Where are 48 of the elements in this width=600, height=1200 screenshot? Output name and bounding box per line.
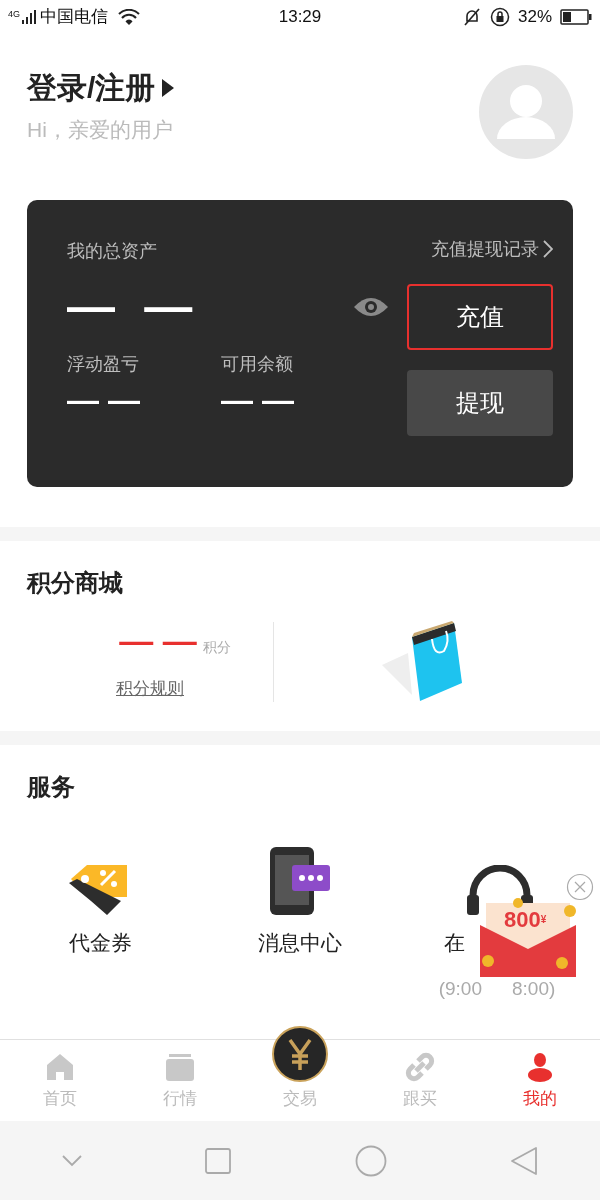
yen-coin-icon [272, 1025, 328, 1082]
recents-icon[interactable] [205, 1147, 232, 1174]
floating-pnl-value: — — [67, 381, 141, 420]
avatar-icon[interactable] [479, 65, 573, 159]
service-label[interactable]: 代金券 [68, 927, 132, 959]
wifi-icon [118, 9, 140, 25]
battery-icon [560, 9, 592, 25]
withdraw-button[interactable]: 提现 [407, 370, 553, 436]
person-icon [525, 1051, 555, 1082]
points-mall-title: 积分商城 [27, 568, 124, 598]
network-type: 4G [8, 8, 20, 22]
link-icon [405, 1051, 435, 1082]
eye-icon[interactable] [353, 295, 389, 319]
home-icon [45, 1051, 75, 1082]
caret-icon [161, 78, 176, 98]
battery-percent: 32% [517, 6, 552, 29]
total-assets-value: — — [67, 279, 201, 335]
promo-amount: 800¥ [504, 907, 547, 933]
services-title: 服务 [27, 772, 76, 802]
chevron-down-icon[interactable] [61, 1154, 82, 1167]
total-assets-label: 我的总资产 [67, 240, 158, 263]
phone-message-icon [268, 847, 332, 915]
rotation-lock-icon [489, 7, 510, 27]
tab-item[interactable]: 我的 [480, 1040, 600, 1121]
records-link[interactable]: 充值提现记录 [431, 234, 553, 264]
folder-icon [165, 1053, 195, 1082]
recharge-button[interactable]: 充值 [407, 284, 553, 350]
service-hours-end: 8:00) [512, 976, 556, 1001]
login-register-link[interactable]: 登录/注册 [27, 66, 176, 110]
points-value: — — [119, 622, 197, 659]
chevron-right-icon [543, 240, 553, 258]
clock-time: 13:29 [277, 6, 323, 29]
points-unit: 积分 [202, 638, 231, 658]
close-icon[interactable] [566, 873, 594, 901]
greeting-text: Hi，亲爱的用户 [27, 117, 174, 143]
signal-icon [22, 10, 36, 24]
service-label[interactable]: 消息中心 [258, 927, 342, 959]
home-circle-icon[interactable] [354, 1144, 387, 1177]
points-rules-link[interactable]: 积分规则 [116, 676, 184, 702]
carrier-name: 中国电信 [40, 6, 108, 29]
available-balance-value: — — [221, 381, 294, 420]
service-hours-start: (9:00 [438, 976, 482, 1001]
floating-pnl-label: 浮动盈亏 [67, 353, 140, 376]
muted-bell-icon [461, 7, 482, 27]
envelope-icon[interactable] [478, 897, 578, 977]
available-balance-label: 可用余额 [221, 353, 294, 376]
service-label[interactable]: 在 [400, 927, 465, 959]
back-icon[interactable] [510, 1145, 539, 1176]
